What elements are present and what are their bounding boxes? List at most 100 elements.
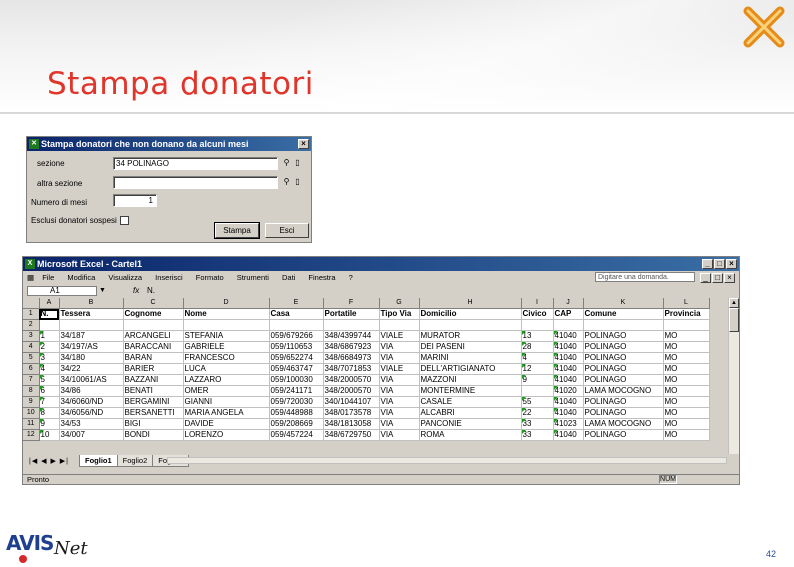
- row-header[interactable]: 5: [23, 352, 40, 364]
- table-cell[interactable]: 348/6867923: [323, 341, 380, 353]
- empty-cell[interactable]: [663, 319, 710, 331]
- sheet-tab-1[interactable]: Foglio1: [79, 455, 118, 467]
- table-cell[interactable]: MO: [663, 352, 710, 364]
- table-cell[interactable]: BARAN: [123, 352, 184, 364]
- table-cell[interactable]: VIA: [379, 341, 420, 353]
- table-cell[interactable]: 348/7071853: [323, 363, 380, 375]
- table-cell[interactable]: 7: [39, 396, 60, 408]
- table-cell[interactable]: 348/2000570: [323, 374, 380, 386]
- table-cell[interactable]: POLINAGO: [583, 363, 664, 375]
- table-cell[interactable]: POLINAGO: [583, 407, 664, 419]
- table-cell[interactable]: 059/100030: [269, 374, 324, 386]
- table-cell[interactable]: VIA: [379, 374, 420, 386]
- table-cell[interactable]: 33: [521, 429, 554, 441]
- menu-data[interactable]: Dati: [282, 271, 295, 284]
- print-button[interactable]: Stampa: [214, 222, 260, 239]
- table-cell[interactable]: 5: [39, 374, 60, 386]
- table-cell[interactable]: DAVIDE: [183, 418, 270, 430]
- doc-minimize-button[interactable]: _: [700, 273, 711, 283]
- close-button[interactable]: ×: [726, 259, 737, 269]
- header-cell[interactable]: Tessera: [59, 308, 124, 320]
- table-cell[interactable]: VIA: [379, 385, 420, 397]
- header-cell[interactable]: Casa: [269, 308, 324, 320]
- empty-cell[interactable]: [583, 319, 664, 331]
- row-header[interactable]: 2: [23, 319, 40, 331]
- table-cell[interactable]: MO: [663, 363, 710, 375]
- table-cell[interactable]: MAZZONI: [419, 374, 522, 386]
- table-cell[interactable]: VIA: [379, 407, 420, 419]
- table-cell[interactable]: GIANNI: [183, 396, 270, 408]
- table-cell[interactable]: LAZZARO: [183, 374, 270, 386]
- table-cell[interactable]: VIALE: [379, 330, 420, 342]
- table-cell[interactable]: POLINAGO: [583, 429, 664, 441]
- table-cell[interactable]: 13: [521, 330, 554, 342]
- table-cell[interactable]: VIA: [379, 418, 420, 430]
- table-cell[interactable]: 348/6684973: [323, 352, 380, 364]
- table-cell[interactable]: POLINAGO: [583, 374, 664, 386]
- table-cell[interactable]: MONTERMINE: [419, 385, 522, 397]
- header-cell[interactable]: CAP: [553, 308, 584, 320]
- row-header[interactable]: 3: [23, 330, 40, 342]
- table-cell[interactable]: 34/180: [59, 352, 124, 364]
- table-cell[interactable]: OMER: [183, 385, 270, 397]
- table-cell[interactable]: 41040: [553, 363, 584, 375]
- table-cell[interactable]: 1: [39, 330, 60, 342]
- table-cell[interactable]: 41040: [553, 429, 584, 441]
- column-header[interactable]: L: [663, 298, 710, 309]
- table-cell[interactable]: 10: [39, 429, 60, 441]
- column-header[interactable]: H: [419, 298, 522, 309]
- table-cell[interactable]: 059/241171: [269, 385, 324, 397]
- row-header[interactable]: 6: [23, 363, 40, 375]
- binoculars-icon[interactable]: ⚲: [282, 158, 291, 168]
- table-cell[interactable]: ARCANGELI: [123, 330, 184, 342]
- menu-help[interactable]: ?: [349, 271, 353, 284]
- ask-question-box[interactable]: Digitare una domanda.: [595, 272, 695, 282]
- table-cell[interactable]: MO: [663, 341, 710, 353]
- column-header[interactable]: K: [583, 298, 664, 309]
- name-box-dropdown-icon[interactable]: ▼: [99, 285, 106, 297]
- table-cell[interactable]: 348/0173578: [323, 407, 380, 419]
- table-cell[interactable]: 059/652274: [269, 352, 324, 364]
- table-cell[interactable]: 059/208669: [269, 418, 324, 430]
- table-cell[interactable]: 41040: [553, 396, 584, 408]
- clear-icon[interactable]: ▯: [293, 158, 302, 168]
- empty-cell[interactable]: [379, 319, 420, 331]
- table-cell[interactable]: MARIA ANGELA: [183, 407, 270, 419]
- table-cell[interactable]: 348/2000570: [323, 385, 380, 397]
- table-cell[interactable]: MO: [663, 374, 710, 386]
- column-header[interactable]: C: [123, 298, 184, 309]
- menu-file[interactable]: File: [42, 271, 54, 284]
- table-cell[interactable]: BERGAMINI: [123, 396, 184, 408]
- row-header[interactable]: 4: [23, 341, 40, 353]
- dialog-close-button[interactable]: ×: [298, 139, 309, 149]
- row-header[interactable]: 11: [23, 418, 40, 430]
- table-cell[interactable]: 41020: [553, 385, 584, 397]
- table-cell[interactable]: LORENZO: [183, 429, 270, 441]
- name-box[interactable]: A1: [27, 286, 97, 296]
- table-cell[interactable]: POLINAGO: [583, 352, 664, 364]
- empty-cell[interactable]: [39, 319, 60, 331]
- table-cell[interactable]: 340/1044107: [323, 396, 380, 408]
- table-cell[interactable]: MO: [663, 385, 710, 397]
- table-cell[interactable]: ROMA: [419, 429, 522, 441]
- table-cell[interactable]: 33: [521, 418, 554, 430]
- column-header[interactable]: B: [59, 298, 124, 309]
- table-cell[interactable]: CASALE: [419, 396, 522, 408]
- table-cell[interactable]: 059/679266: [269, 330, 324, 342]
- table-cell[interactable]: POLINAGO: [583, 341, 664, 353]
- column-header[interactable]: F: [323, 298, 380, 309]
- table-cell[interactable]: 2: [39, 341, 60, 353]
- table-cell[interactable]: DELL'ARTIGIANATO: [419, 363, 522, 375]
- table-cell[interactable]: 34/187: [59, 330, 124, 342]
- header-cell[interactable]: Portatile: [323, 308, 380, 320]
- table-cell[interactable]: BIGI: [123, 418, 184, 430]
- table-cell[interactable]: 34/197/AS: [59, 341, 124, 353]
- scroll-thumb[interactable]: [729, 308, 739, 332]
- table-cell[interactable]: 41040: [553, 330, 584, 342]
- months-field[interactable]: 1: [113, 194, 157, 207]
- table-cell[interactable]: POLINAGO: [583, 330, 664, 342]
- table-cell[interactable]: MO: [663, 407, 710, 419]
- table-cell[interactable]: 4: [39, 363, 60, 375]
- table-cell[interactable]: 55: [521, 396, 554, 408]
- other-section-field[interactable]: [113, 176, 278, 189]
